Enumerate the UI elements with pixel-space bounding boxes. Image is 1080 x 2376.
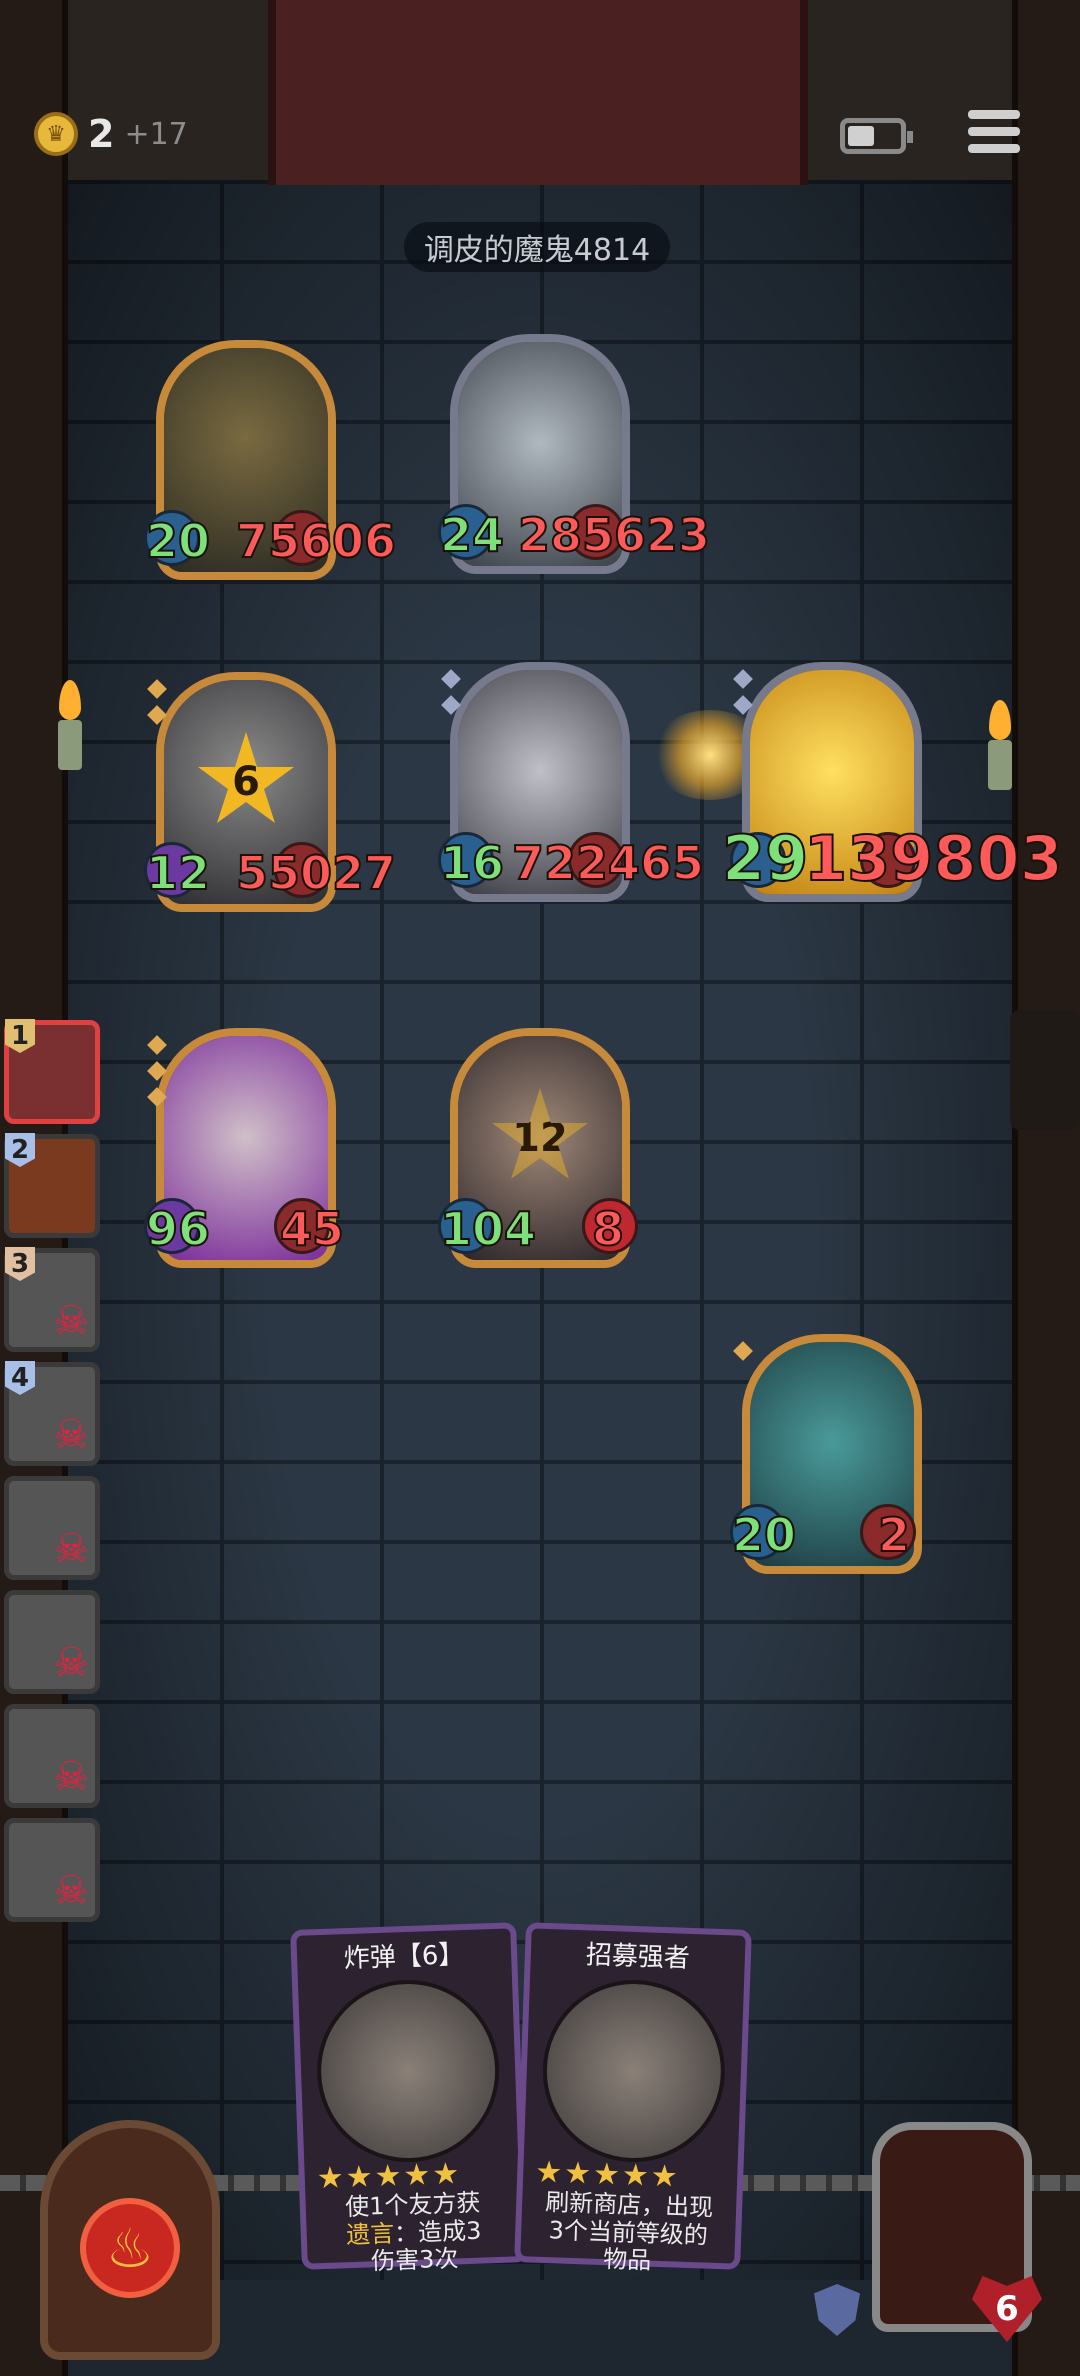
shop-card-recruit[interactable]: 招募强者 ★★★★★ 刷新商店，出现 3个当前等级的 物品 — [514, 1922, 752, 2275]
unit-golden[interactable]: 29 139803 — [721, 662, 1064, 902]
shop-card-description: 使1个友方获 遗言：造成3 伤害3次 — [315, 2189, 512, 2279]
unit-attack: 12 — [145, 846, 211, 900]
shop-card-title: 炸弹【6】 — [343, 1939, 465, 1975]
fire-icon: ♨ — [80, 2198, 180, 2298]
unit-attack: 96 — [145, 1202, 211, 1256]
skull-icon: ☠ — [53, 1526, 89, 1572]
unit-health: 75606 — [235, 514, 397, 568]
queue-slot-2[interactable]: 2 — [4, 1133, 100, 1238]
unit-health: 139803 — [803, 822, 1064, 895]
unit-health: 55027 — [235, 846, 397, 900]
skull-icon: ☠ — [53, 1640, 89, 1686]
star-value: 6 — [232, 759, 260, 805]
shop-desc-keyword: 遗言 — [345, 2219, 395, 2249]
menu-button[interactable] — [968, 110, 1020, 160]
queue-slot-3[interactable]: 3 ☠ — [4, 1247, 100, 1352]
shop-desc-line2: ：造成3 — [393, 2216, 482, 2248]
unit-serpent[interactable]: 20 2 — [730, 1334, 922, 1574]
unit-magistrate[interactable]: 12 104 8 — [438, 1028, 638, 1268]
unit-attack: 104 — [439, 1202, 537, 1256]
unit-attack: 20 — [145, 514, 211, 568]
fire-button[interactable]: ♨ — [40, 2120, 220, 2360]
queue-slot-4[interactable]: 4 ☠ — [4, 1361, 100, 1466]
unit-health: 722465 — [511, 836, 705, 890]
queue-number: 3 — [5, 1247, 35, 1281]
queue-slot-8[interactable]: ☠ — [4, 1818, 100, 1922]
unit-eagle[interactable]: 96 45 — [144, 1028, 345, 1268]
right-candle-icon — [980, 700, 1020, 820]
door-knob-icon — [1010, 1010, 1080, 1130]
unit-health: 285623 — [517, 508, 711, 562]
unit-health: 2 — [877, 1508, 911, 1562]
bomb-art — [314, 1976, 503, 2166]
crown-coin-icon: ♛ — [34, 112, 78, 156]
unit-bone-dragon[interactable]: 16 722465 — [438, 662, 705, 902]
right-frame — [1012, 0, 1080, 2376]
unit-health: 8 — [591, 1202, 625, 1256]
gold-counter: ♛ 2 +17 — [34, 112, 188, 156]
shop-card-bomb[interactable]: 炸弹【6】 ★★★★★ 使1个友方获 遗言：造成3 伤害3次 — [290, 1922, 528, 2276]
unit-beast[interactable]: 24 285623 — [438, 334, 711, 574]
recruit-art — [539, 1976, 728, 2166]
skull-icon: ☠ — [53, 1298, 89, 1344]
unit-health: 45 — [279, 1202, 345, 1256]
unit-dragon[interactable]: 6 12 55027 — [144, 672, 397, 912]
skull-icon: ☠ — [53, 1868, 89, 1914]
unit-wizard[interactable]: 20 75606 — [144, 340, 397, 580]
gold-income: +17 — [124, 116, 188, 152]
unit-attack: 16 — [439, 836, 505, 890]
skull-icon: ☠ — [53, 1754, 89, 1800]
left-candle-icon — [50, 680, 90, 800]
queue-slot-7[interactable]: ☠ — [4, 1704, 100, 1808]
queue-slot-5[interactable]: ☠ — [4, 1476, 100, 1580]
opponent-name: 调皮的魔鬼4814 — [423, 233, 651, 268]
queue-slot-1[interactable]: 1 — [4, 1019, 100, 1124]
skull-icon: ☠ — [53, 1412, 89, 1458]
unit-attack: 29 — [721, 822, 809, 895]
unit-attack: 24 — [439, 508, 505, 562]
gold-value: 2 — [88, 112, 115, 156]
shop-card-title: 招募强者 — [585, 1940, 691, 1974]
opponent-name-plate: 调皮的魔鬼4814 — [404, 222, 670, 272]
shop-card-description: 刷新商店，出现 3个当前等级的 物品 — [530, 2188, 727, 2279]
queue-number: 1 — [5, 1019, 35, 1053]
unit-attack: 20 — [731, 1508, 797, 1562]
hero-health: 6 — [995, 2289, 1019, 2329]
queue-number: 4 — [5, 1361, 35, 1395]
queue-slot-6[interactable]: ☠ — [4, 1590, 100, 1694]
top-curtain — [268, 0, 808, 185]
battery-icon — [840, 118, 913, 154]
queue-number: 2 — [5, 1133, 35, 1167]
